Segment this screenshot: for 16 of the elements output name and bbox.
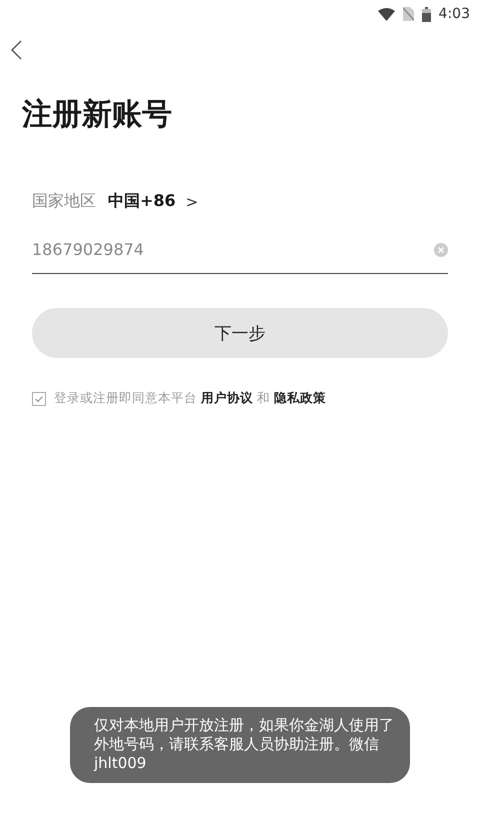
no-sim-icon — [402, 7, 414, 21]
region-value[interactable]: 中国+86 — [108, 191, 176, 212]
chevron-icon[interactable]: > — [186, 192, 198, 210]
status-time: 4:03 — [438, 6, 470, 22]
region-label: 国家地区 — [32, 191, 96, 212]
back-icon[interactable] — [10, 40, 22, 60]
battery-icon — [422, 6, 431, 22]
clear-icon[interactable] — [434, 242, 448, 256]
page-title: 注册新账号 — [22, 96, 173, 134]
wifi-icon — [378, 8, 395, 20]
user-agreement-link[interactable]: 用户协议 — [200, 390, 253, 405]
agree-checkbox[interactable] — [32, 392, 46, 406]
toast-message: 仅对本地用户开放注册，如果你金湖人使用了外地号码，请联系客服人员协助注册。微信 jhlt009 — [70, 707, 410, 783]
privacy-policy-link[interactable]: 隐私政策 — [274, 390, 326, 405]
phone-field[interactable]: 18679029874 — [32, 240, 434, 259]
agreement-text: 登录或注册即同意本平台 用户协议 和 隐私政策 — [54, 390, 326, 407]
